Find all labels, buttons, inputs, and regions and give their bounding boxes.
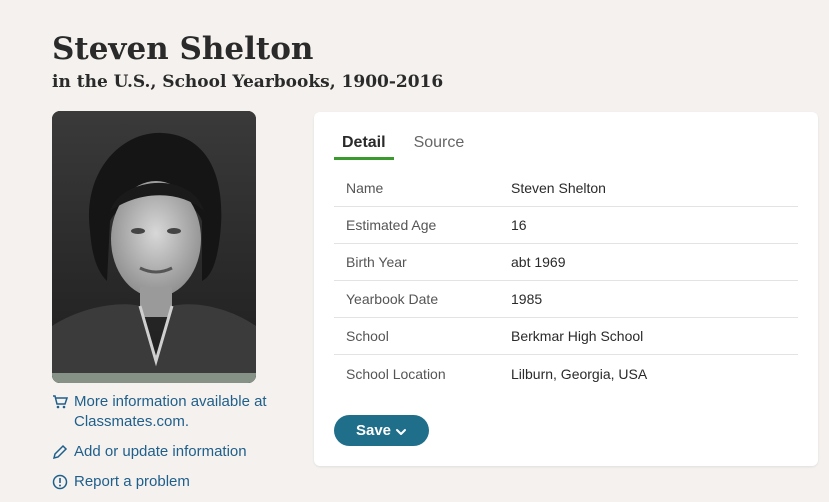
- classmates-link[interactable]: More information available at Classmates…: [52, 392, 292, 432]
- portrait-photo-icon: [52, 111, 256, 383]
- tab-detail[interactable]: Detail: [334, 128, 394, 160]
- table-row: School Berkmar High School: [334, 318, 798, 355]
- collection-subtitle: in the U.S., School Yearbooks, 1900-2016: [52, 72, 444, 92]
- page-title: Steven Shelton: [52, 31, 314, 67]
- details-table: Name Steven Shelton Estimated Age 16 Bir…: [334, 170, 798, 392]
- detail-tabs: Detail Source: [334, 128, 472, 160]
- row-label: Estimated Age: [346, 217, 437, 233]
- yearbook-photo[interactable]: [52, 111, 256, 383]
- row-label: Birth Year: [346, 254, 407, 270]
- table-row: School Location Lilburn, Georgia, USA: [334, 355, 798, 392]
- record-detail-card: Detail Source Name Steven Shelton Estima…: [314, 112, 818, 466]
- add-update-link[interactable]: Add or update information: [52, 442, 292, 462]
- table-row: Yearbook Date 1985: [334, 281, 798, 318]
- row-value: 16: [511, 217, 527, 233]
- row-value: Berkmar High School: [511, 328, 644, 344]
- alert-circle-icon: [52, 474, 68, 490]
- row-value: abt 1969: [511, 254, 566, 270]
- add-update-link-label: Add or update information: [74, 443, 247, 460]
- row-label: Name: [346, 180, 384, 196]
- table-row: Birth Year abt 1969: [334, 244, 798, 281]
- pencil-icon: [52, 444, 68, 460]
- row-label: School Location: [346, 365, 446, 382]
- tab-source[interactable]: Source: [406, 128, 473, 160]
- chevron-down-icon: [395, 425, 407, 437]
- row-value: 1985: [511, 291, 543, 307]
- save-button[interactable]: Save: [334, 415, 429, 446]
- cart-icon: [52, 394, 69, 410]
- row-label: Yearbook Date: [346, 291, 439, 307]
- record-header: Steven Shelton in the U.S., School Yearb…: [52, 28, 443, 94]
- row-value: Steven Shelton: [511, 180, 606, 196]
- row-value: Lilburn, Georgia, USA: [511, 365, 648, 382]
- table-row: Name Steven Shelton: [334, 170, 798, 207]
- row-label: School: [346, 328, 389, 344]
- table-row: Estimated Age 16: [334, 207, 798, 244]
- report-problem-link[interactable]: Report a problem: [52, 472, 292, 492]
- side-links: More information available at Classmates…: [52, 392, 292, 502]
- save-button-label: Save: [355, 422, 392, 439]
- report-problem-link-label: Report a problem: [74, 473, 190, 490]
- classmates-link-label: More information available at Classmates…: [74, 393, 267, 430]
